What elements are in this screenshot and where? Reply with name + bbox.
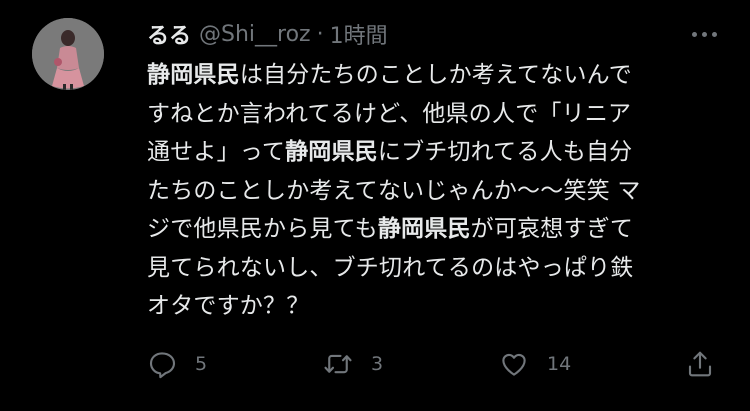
tweet-header: るる @Shi__roz · 1時間 <box>147 17 388 51</box>
more-dot <box>701 31 707 37</box>
text-segment: ジで他県民から見ても <box>147 216 378 242</box>
tweet-text-line: たちのことしか考えてないじゃんか〜〜笑笑 マ <box>147 172 717 211</box>
tweet-text-line: すねとか言われてるけど、他県の人で「リニア <box>147 95 717 134</box>
text-segment: にブチ切れてる人も自分 <box>377 139 633 165</box>
share-icon <box>685 349 715 379</box>
tweet-text-line: 静岡県民は自分たちのことしか考えてないんで <box>147 56 717 95</box>
tweet-text-line: オタですか？？ <box>147 287 717 326</box>
more-horizontal-icon[interactable] <box>686 22 722 46</box>
user-handle[interactable]: @Shi__roz <box>199 22 311 47</box>
text-segment: オタですか？？ <box>147 293 310 319</box>
tweet-text: 静岡県民は自分たちのことしか考えてないんで すねとか言われてるけど、他県の人で「リ… <box>147 56 717 326</box>
text-segment: は自分たちのことしか考えてないんで <box>239 62 632 88</box>
tweet[interactable]: るる @Shi__roz · 1時間 静岡県民は自分たちのことしか考えてないんで… <box>0 0 750 411</box>
timestamp[interactable]: 1時間 <box>330 18 388 50</box>
like-button[interactable]: 14 <box>499 346 571 382</box>
reply-button[interactable]: 5 <box>147 346 207 382</box>
highlighted-term: 静岡県民 <box>147 62 240 88</box>
more-dot <box>711 31 717 37</box>
more-dot <box>691 31 697 37</box>
reply-count: 5 <box>195 353 208 375</box>
separator-dot: · <box>316 21 324 47</box>
highlighted-term: 静岡県民 <box>377 216 471 242</box>
text-segment: が可哀想すぎて <box>470 216 634 242</box>
heart-icon <box>499 349 529 379</box>
display-name[interactable]: るる <box>147 18 191 50</box>
retweet-icon <box>323 349 353 379</box>
text-segment: 通せよ」って <box>147 139 286 165</box>
text-segment: すねとか言われてるけど、他県の人で「リニア <box>147 100 632 127</box>
share-button[interactable] <box>685 346 715 382</box>
tweet-text-line: 通せよ」って静岡県民にブチ切れてる人も自分 <box>147 133 717 172</box>
text-segment: たちのことしか考えてないじゃんか〜〜笑笑 マ <box>147 177 641 204</box>
retweet-button[interactable]: 3 <box>323 346 383 382</box>
text-segment: 見てられないし、ブチ切れてるのはやっぱり鉄 <box>147 254 634 281</box>
tweet-text-line: 見てられないし、ブチ切れてるのはやっぱり鉄 <box>147 249 717 288</box>
reply-icon <box>147 349 177 379</box>
action-bar: 5 3 14 <box>147 346 727 382</box>
tweet-text-line: ジで他県民から見ても静岡県民が可哀想すぎて <box>147 210 717 249</box>
like-count: 14 <box>547 353 572 375</box>
retweet-count: 3 <box>371 353 384 375</box>
highlighted-term: 静岡県民 <box>285 139 378 165</box>
avatar[interactable] <box>32 18 104 90</box>
